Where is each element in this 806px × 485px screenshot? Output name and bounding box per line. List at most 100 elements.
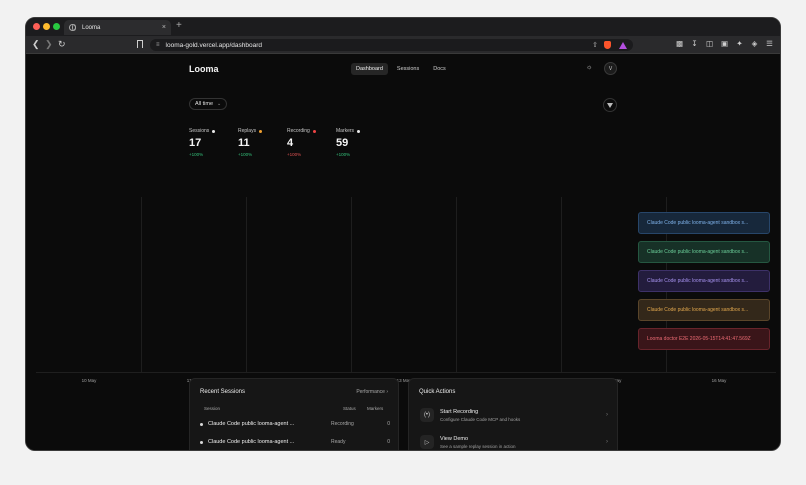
action-title: Start Recording [440,408,479,415]
status-dot [212,129,216,133]
metric-label: Recording [287,128,310,134]
action-subtitle: Configure Claude Code MCP and hooks [440,416,521,422]
performance-link-label: Performance [356,389,385,395]
tab-strip: Looma × + [26,18,780,36]
metric-label: Replays [238,128,257,134]
metric-value: 17 [189,137,202,149]
performance-link[interactable]: Performance › [356,389,388,395]
metric-markers: Markers 59 +100% [336,128,385,157]
timeline-event-card[interactable]: Claude Code public looma-agent sandbox s… [638,299,770,321]
day-label: 16 May [711,378,727,383]
metric-delta: +100% [189,152,204,157]
recent-sessions-panel: Recent Sessions Performance › Session St… [189,378,399,450]
metric-value: 11 [238,137,250,149]
metric-value: 4 [287,137,294,149]
timeline-event-card[interactable]: Claude Code public looma-agent sandbox s… [638,212,770,234]
table-row[interactable]: Claude Code public looma-agent ... Recor… [200,418,390,430]
top-nav: Dashboard Sessions Docs [351,63,451,75]
bullet-icon [200,422,203,426]
vpn-shield-icon[interactable]: ◈ [750,39,759,48]
time-range-select[interactable]: All time ⌄ [189,98,228,110]
close-window-button[interactable] [33,23,40,30]
filter-icon [607,102,613,108]
nav-docs[interactable]: Docs [428,63,451,75]
sidebar-icon[interactable]: ◫ [705,39,714,48]
metric-delta: +100% [336,152,351,157]
panel-title: Quick Actions [419,389,456,395]
back-icon[interactable]: ❮ [32,39,40,50]
filter-button[interactable] [603,98,617,112]
bullet-icon [200,440,203,444]
metric-delta: +100% [238,152,253,157]
url-text[interactable]: looma-gold.vercel.app/dashboard [166,42,593,49]
address-bar[interactable]: ≡ looma-gold.vercel.app/dashboard ⇧ [150,39,633,51]
nav-dashboard[interactable]: Dashboard [351,63,388,75]
table-row[interactable]: Claude Code public looma-agent ... Ready… [200,436,390,448]
app-logo[interactable]: Looma [189,64,219,74]
session-name: Claude Code public looma-agent ... [208,439,295,445]
tab-close-icon[interactable]: × [162,24,166,31]
dashboard-app: Looma Dashboard Sessions Docs ☼ V All ti… [26,54,780,450]
forward-icon[interactable]: ❯ [45,39,53,50]
status-dot [357,129,361,133]
quick-actions-panel: Quick Actions (•) Start Recording Config… [408,378,618,450]
session-markers: 0 [387,439,390,445]
session-name: Claude Code public looma-agent ... [208,421,295,427]
brave-rewards-icon[interactable] [619,41,627,49]
session-status: Ready [331,439,346,445]
session-markers: 0 [387,421,390,427]
bookmark-icon[interactable] [137,40,143,48]
minimize-window-button[interactable] [43,23,50,30]
metric-value: 59 [336,137,349,149]
metric-sessions: Sessions 17 +100% [189,128,238,157]
day-divider [141,197,142,373]
cast-icon[interactable]: ▩ [675,39,684,48]
new-tab-button[interactable]: + [176,20,182,31]
status-dot [312,129,316,133]
day-divider [351,197,352,373]
time-range-value: All time [195,101,214,107]
column-header-session: Session [204,406,221,411]
download-icon[interactable]: ↧ [690,39,699,48]
sun-icon[interactable]: ☼ [586,64,592,71]
day-divider [561,197,562,373]
metric-label: Sessions [189,128,210,134]
browser-tab[interactable]: Looma × [64,20,171,35]
radio-waves-icon: (•) [420,408,434,422]
nav-sessions[interactable]: Sessions [392,63,424,75]
chevron-right-icon: › [606,412,608,418]
metrics-row: Sessions 17 +100% Replays 11 +100% Recor… [189,128,385,157]
panel-title: Recent Sessions [200,389,246,395]
timeline-baseline [36,372,776,373]
globe-icon [69,24,76,31]
column-header-status: Status [343,406,356,411]
wallet-icon[interactable]: ▣ [720,39,729,48]
metric-delta: +100% [287,152,302,157]
reload-icon[interactable]: ↻ [58,39,66,50]
share-icon[interactable]: ⇧ [592,41,598,49]
session-status: Recording [331,421,354,427]
leo-ai-icon[interactable]: ✦ [735,39,744,48]
avatar[interactable]: V [604,62,617,75]
brave-shields-icon[interactable] [604,41,611,49]
timeline-event-card[interactable]: Looma doctor E2E 2026-05-15T14:41:47.569… [638,328,770,350]
chevron-down-icon: ⌄ [217,101,222,107]
browser-window: Looma × + ❮ ❯ ↻ ≡ looma-gold.vercel.app/… [25,17,781,451]
status-dot [259,129,263,133]
maximize-window-button[interactable] [53,23,60,30]
day-divider [456,197,457,373]
metric-recording: Recording 4 +100% [287,128,336,157]
site-settings-icon[interactable]: ≡ [156,42,160,48]
chevron-right-icon: › [606,439,608,445]
browser-toolbar: ❮ ❯ ↻ ≡ looma-gold.vercel.app/dashboard … [26,36,780,54]
menu-icon[interactable]: ☰ [765,39,774,48]
start-recording-action[interactable]: (•) Start Recording Configure Claude Cod… [420,404,608,426]
toolbar-actions: ▩ ↧ ◫ ▣ ✦ ◈ ☰ [675,39,774,48]
timeline-event-card[interactable]: Claude Code public looma-agent sandbox s… [638,270,770,292]
metric-label: Markers [336,128,355,134]
action-title: View Demo [440,435,469,442]
timeline-event-card[interactable]: Claude Code public looma-agent sandbox s… [638,241,770,263]
view-demo-action[interactable]: ▷ View Demo See a sample replay session … [420,431,608,450]
metric-replays: Replays 11 +100% [238,128,287,157]
column-header-markers: Markers [367,406,384,411]
